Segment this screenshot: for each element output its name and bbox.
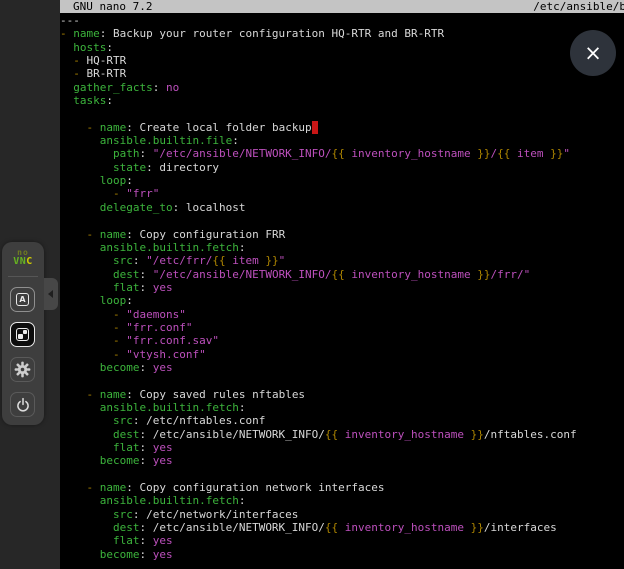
editor-line: - "frr" (60, 187, 624, 200)
terminal-screen[interactable]: GNU nano 7.2 /etc/ansible/b ---- name: B… (60, 0, 624, 569)
editor-line: src: /etc/nftables.conf (60, 414, 624, 427)
editor-line: flat: yes (60, 441, 624, 454)
fullscreen-button[interactable] (10, 322, 35, 347)
editor-line: flat: yes (60, 534, 624, 547)
editor-line: src: "/etc/frr/{{ item }}" (60, 254, 624, 267)
editor-line: ansible.builtin.file: (60, 134, 624, 147)
editor-line: - HQ-RTR (60, 54, 624, 67)
editor-line: - name: Create local folder backup (60, 121, 624, 134)
editor-line: become: yes (60, 454, 624, 467)
editor-line: - name: Copy configuration network inter… (60, 481, 624, 494)
editor-line: ansible.builtin.fetch: (60, 494, 624, 507)
editor-line: --- (60, 14, 624, 27)
editor-line (60, 107, 624, 120)
editor-lines: ---- name: Backup your router configurat… (60, 13, 624, 561)
control-bar-handle[interactable] (44, 278, 58, 310)
close-icon: × (584, 41, 602, 65)
nano-filename-label: /etc/ansible/b (533, 0, 624, 13)
editor-line (60, 468, 624, 481)
editor-line: gather_facts: no (60, 81, 624, 94)
editor-line: - name: Backup your router configuration… (60, 27, 624, 40)
editor-line: - "daemons" (60, 308, 624, 321)
editor-line: delegate_to: localhost (60, 201, 624, 214)
editor-line: loop: (60, 294, 624, 307)
extra-keys-button[interactable]: A (10, 287, 35, 312)
editor-line: ansible.builtin.fetch: (60, 241, 624, 254)
novnc-logo-bottom: VNC (2, 257, 44, 267)
editor-line: ansible.builtin.fetch: (60, 401, 624, 414)
editor-line: tasks: (60, 94, 624, 107)
editor-line: dest: /etc/ansible/NETWORK_INFO/{{ inven… (60, 521, 624, 534)
editor-line: src: /etc/network/interfaces (60, 508, 624, 521)
collapse-arrow-left-icon (48, 290, 53, 298)
vnc-control-bar: no VNC A (2, 242, 44, 425)
power-icon (15, 397, 31, 413)
gear-icon (14, 361, 31, 378)
editor-line: - "frr.conf" (60, 321, 624, 334)
editor-line: - "vtysh.conf" (60, 348, 624, 361)
a-key-icon: A (16, 293, 29, 306)
text-cursor (312, 121, 319, 134)
editor-line: - "frr.conf.sav" (60, 334, 624, 347)
editor-line: loop: (60, 174, 624, 187)
nano-titlebar: GNU nano 7.2 /etc/ansible/b (60, 0, 624, 13)
editor-line: dest: "/etc/ansible/NETWORK_INFO/{{ inve… (60, 268, 624, 281)
disconnect-button[interactable] (10, 392, 35, 417)
editor-line: state: directory (60, 161, 624, 174)
editor-line: - name: Copy saved rules nftables (60, 388, 624, 401)
editor-line: dest: /etc/ansible/NETWORK_INFO/{{ inven… (60, 428, 624, 441)
settings-button[interactable] (10, 357, 35, 382)
editor-line (60, 374, 624, 387)
editor-line: path: "/etc/ansible/NETWORK_INFO/{{ inve… (60, 147, 624, 160)
panel-divider (8, 276, 38, 277)
editor-line: - BR-RTR (60, 67, 624, 80)
close-button[interactable]: × (570, 30, 616, 76)
novnc-logo: no VNC (2, 249, 44, 267)
editor-line: become: yes (60, 548, 624, 561)
nano-version-label: GNU nano 7.2 (73, 0, 152, 13)
editor-line: hosts: (60, 41, 624, 54)
editor-line: - name: Copy configuration FRR (60, 228, 624, 241)
editor-line (60, 214, 624, 227)
fullscreen-icon (16, 328, 29, 341)
editor-line: become: yes (60, 361, 624, 374)
editor-line: flat: yes (60, 281, 624, 294)
